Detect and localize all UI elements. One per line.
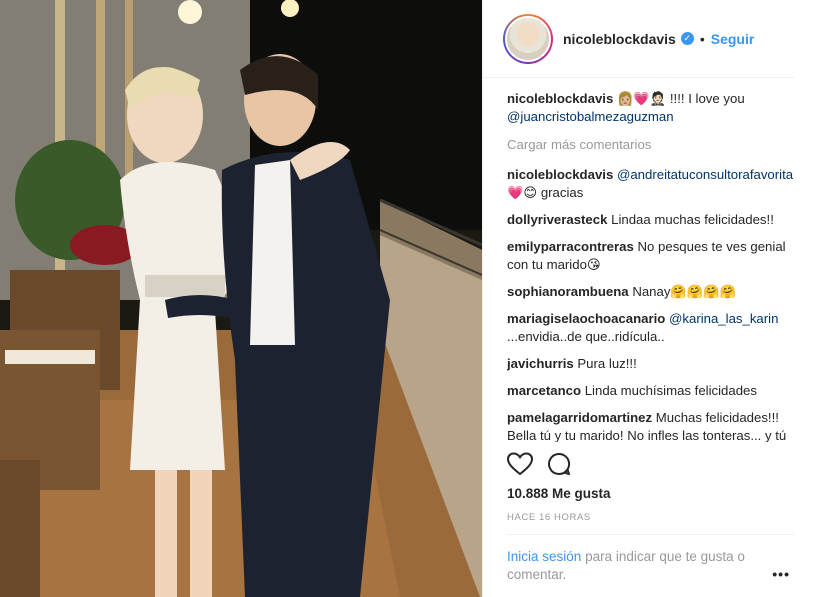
comment-username[interactable]: sophianorambuena [507,284,629,299]
comments-list[interactable]: nicoleblockdavis 👩🏼💗🤵🏻 !!!! I love you @… [507,90,801,442]
list-item: dollyriverasteck Lindaa muchas felicidad… [507,211,801,229]
list-item: sophianorambuena Nanay🤗🤗🤗🤗 [507,283,801,301]
comment-username[interactable]: dollyriverasteck [507,212,607,227]
comment-text: Pura luz!!! [577,356,637,371]
list-item: marcetanco Linda muchísimas felicidades [507,382,801,400]
list-item: emilyparracontreras No pesques te ves ge… [507,238,801,274]
follow-button[interactable]: Seguir [711,31,755,47]
load-more-comments[interactable]: Cargar más comentarios [507,136,801,154]
divider [507,534,794,535]
caption-text: !!!! I love you [669,91,745,106]
username-link[interactable]: nicoleblockdavis [563,31,676,47]
caption-mention[interactable]: @juancristobalmezaguzman [507,109,674,124]
side-panel: nicoleblockdavis ✓ • Seguir nicoleblockd… [482,0,816,597]
timestamp: HACE 16 HORAS [507,512,591,523]
comment-text: ...envidia..de que..ridícula.. [507,329,665,344]
avatar[interactable] [503,13,553,64]
comment-username[interactable]: nicoleblockdavis [507,167,613,182]
options-icon[interactable]: ••• [772,566,790,582]
heart-icon[interactable] [507,452,533,476]
login-link[interactable]: Inicia sesión [507,549,581,564]
comment-text: Lindaa muchas felicidades!! [611,212,774,227]
comment-username[interactable]: mariagiselaochoacanario [507,311,665,326]
comment-text: Nanay🤗🤗🤗🤗 [632,284,737,299]
caption: nicoleblockdavis 👩🏼💗🤵🏻 !!!! I love you @… [507,90,801,126]
comment-username[interactable]: marcetanco [507,383,581,398]
comment-username[interactable]: pamelagarridomartinez [507,410,652,425]
caption-emoji: 👩🏼💗🤵🏻 [616,91,667,106]
instagram-post: nicoleblockdavis ✓ • Seguir nicoleblockd… [0,0,816,597]
caption-username[interactable]: nicoleblockdavis [507,91,613,106]
post-header: nicoleblockdavis ✓ • Seguir [483,0,794,78]
photo-illustration [0,0,482,597]
post-photo[interactable] [0,0,482,597]
avatar-image [505,15,551,62]
login-prompt: Inicia sesión para indicar que te gusta … [507,548,777,584]
comment-mention[interactable]: @karina_las_karin [669,311,778,326]
comment-username[interactable]: javichurris [507,356,574,371]
comment-username[interactable]: emilyparracontreras [507,239,634,254]
comment-text: Linda muchísimas felicidades [584,383,757,398]
comment-mention[interactable]: @andreitatuconsultorafavorita [617,167,793,182]
action-bar [507,452,571,476]
like-count[interactable]: 10.888 Me gusta [507,486,611,501]
list-item: nicoleblockdavis @andreitatuconsultorafa… [507,166,801,202]
verified-icon: ✓ [680,32,694,45]
list-item: javichurris Pura luz!!! [507,355,801,373]
header-separator: • [699,30,705,47]
comment-text: 💗😊 gracias [507,185,584,200]
list-item: pamelagarridomartinez Muchas felicidades… [507,409,801,442]
list-item: mariagiselaochoacanario @karina_las_kari… [507,310,801,346]
comment-icon[interactable] [547,452,571,476]
